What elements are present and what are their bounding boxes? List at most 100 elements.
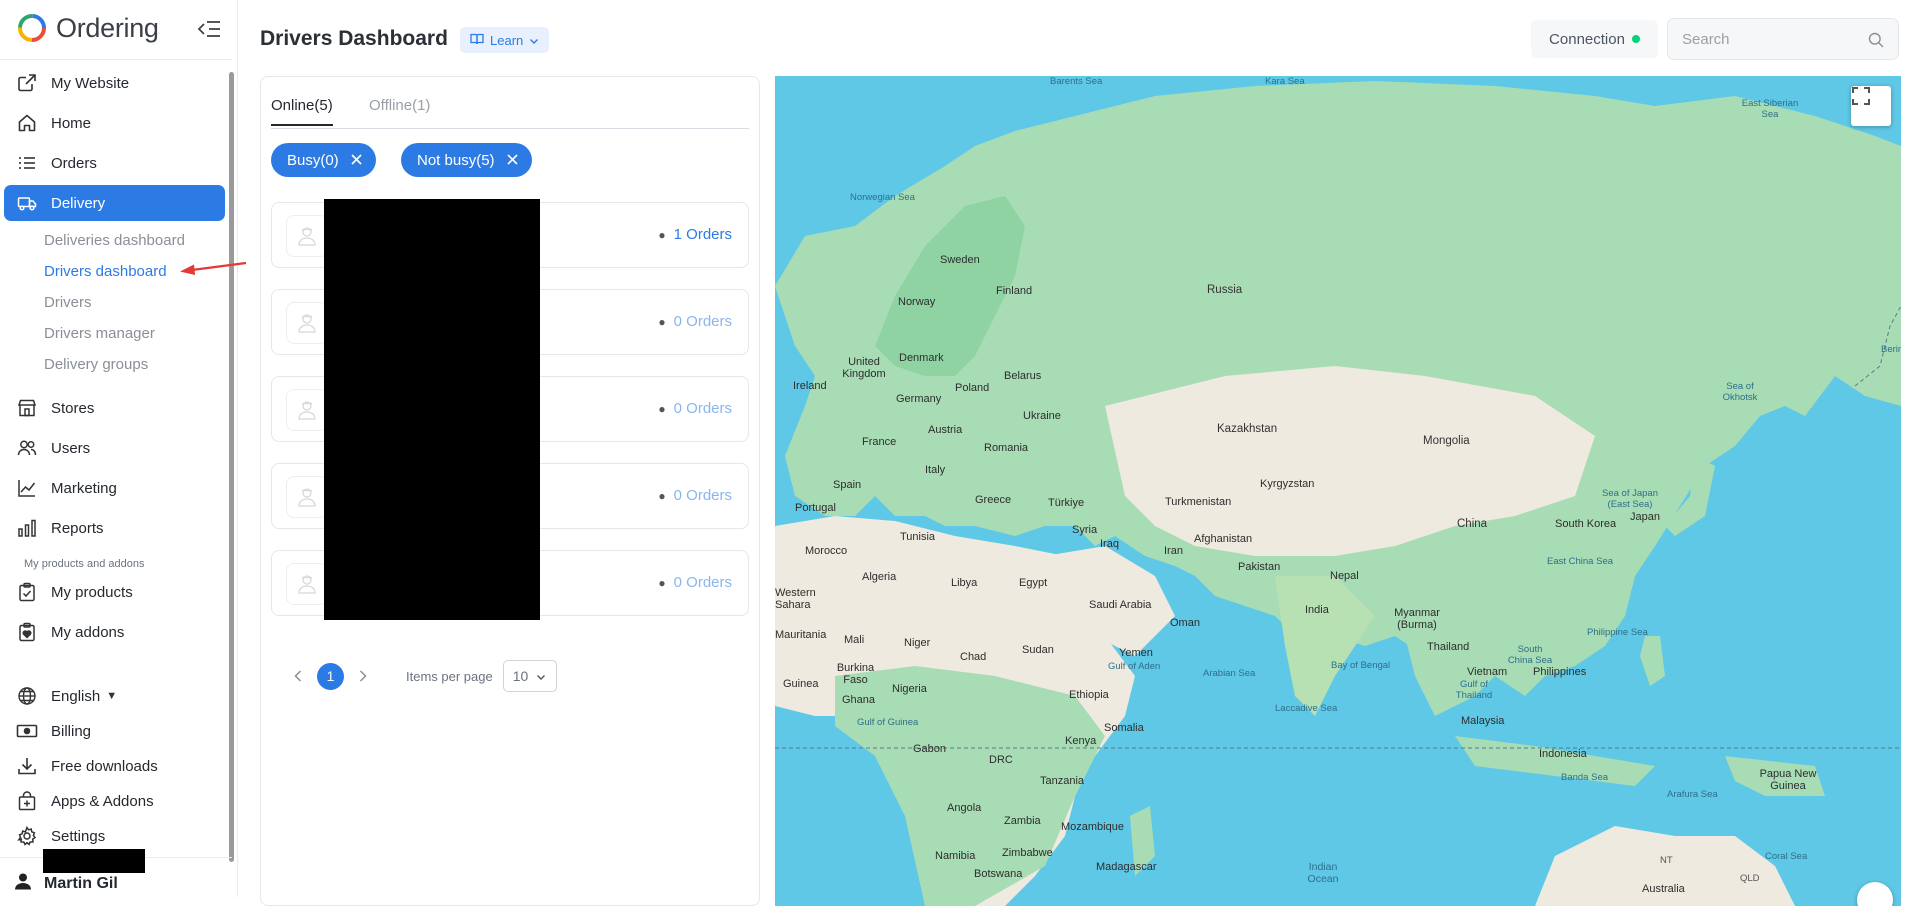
map-label: Arabian Sea bbox=[1203, 668, 1256, 679]
sidebar-section-label: My products and addons bbox=[24, 558, 145, 570]
driver-orders-count[interactable]: 1 Orders bbox=[674, 226, 732, 243]
driver-orders-count[interactable]: 0 Orders bbox=[674, 400, 732, 417]
map-label: Austria bbox=[928, 424, 963, 436]
language-selector[interactable]: English ▼ bbox=[4, 678, 225, 714]
map-label: Spain bbox=[833, 479, 862, 491]
connection-status[interactable]: Connection bbox=[1531, 20, 1658, 58]
driver-avatar-icon bbox=[286, 302, 328, 344]
map-label: Australia bbox=[1642, 883, 1685, 895]
map-label: Libya bbox=[951, 577, 978, 589]
map-label: Iraq bbox=[1100, 538, 1119, 550]
sidebar-item-label: Orders bbox=[51, 154, 97, 172]
sidebar-item-home[interactable]: Home bbox=[4, 105, 225, 141]
items-per-page-value: 10 bbox=[512, 668, 529, 684]
filter-chip-busy[interactable]: Busy(0) bbox=[271, 143, 376, 177]
truck-icon bbox=[15, 191, 39, 215]
user-profile[interactable]: Martin Gil bbox=[14, 872, 118, 895]
map-label: Zambia bbox=[1004, 815, 1041, 827]
map-label: Gulf of Aden bbox=[1108, 661, 1161, 672]
sidebar-item-marketing[interactable]: Marketing bbox=[4, 470, 225, 506]
chevron-right-icon[interactable] bbox=[350, 663, 376, 689]
map-label: Ghana bbox=[842, 694, 876, 706]
redacted-block bbox=[43, 849, 145, 873]
sidebar-item-billing[interactable]: Billing bbox=[4, 713, 225, 749]
sidebar-item-orders[interactable]: Orders bbox=[4, 145, 225, 181]
map-label: Arafura Sea bbox=[1667, 789, 1718, 800]
sidebar-subitem-drivers-dashboard[interactable]: Drivers dashboard bbox=[44, 263, 167, 280]
map-label: NT bbox=[1660, 855, 1673, 866]
map-label: Bay of Bengal bbox=[1331, 660, 1391, 671]
sidebar-item-label: Apps & Addons bbox=[51, 792, 154, 810]
map-label: Namibia bbox=[935, 850, 976, 862]
map-label: Nigeria bbox=[892, 683, 927, 695]
map-label: Myanmar (Burma) bbox=[1394, 607, 1440, 631]
tab-offline[interactable]: Offline(1) bbox=[369, 97, 430, 124]
brand-logo[interactable]: Ordering bbox=[16, 12, 159, 44]
items-per-page-select[interactable]: 10 bbox=[502, 660, 557, 692]
map-label: Chad bbox=[960, 651, 987, 663]
sidebar-item-label: Users bbox=[51, 439, 91, 457]
user-icon bbox=[14, 872, 32, 895]
map-label: East China Sea bbox=[1547, 556, 1614, 567]
annotation-arrow-icon bbox=[180, 261, 247, 275]
sidebar-scrollbar[interactable] bbox=[229, 72, 234, 862]
map-label: Philippines bbox=[1533, 666, 1587, 678]
search-box[interactable] bbox=[1667, 18, 1899, 60]
separator-dot: ● bbox=[658, 315, 666, 329]
sidebar-item-label: My addons bbox=[51, 623, 125, 641]
sidebar-item-users[interactable]: Users bbox=[4, 430, 225, 466]
map-label: China bbox=[1457, 518, 1488, 530]
map-label: Barents Sea bbox=[1050, 76, 1103, 87]
tab-online[interactable]: Online(5) bbox=[271, 97, 333, 126]
sidebar-item-label: Free downloads bbox=[51, 757, 158, 775]
search-icon[interactable] bbox=[1868, 32, 1884, 53]
driver-orders-count[interactable]: 0 Orders bbox=[674, 313, 732, 330]
sidebar-subitem-delivery-groups[interactable]: Delivery groups bbox=[44, 356, 148, 373]
drivers-map[interactable]: Barents Sea Kara Sea East Siberian Sea N… bbox=[775, 76, 1901, 906]
world-map bbox=[775, 81, 1901, 906]
sidebar-item-my-products[interactable]: My products bbox=[4, 574, 225, 610]
map-label: Italy bbox=[925, 464, 946, 476]
fullscreen-button[interactable] bbox=[1851, 86, 1891, 126]
driver-orders-count[interactable]: 0 Orders bbox=[674, 574, 732, 591]
home-icon bbox=[15, 111, 39, 135]
sidebar-item-delivery[interactable]: Delivery bbox=[4, 185, 225, 221]
map-label: Algeria bbox=[862, 571, 897, 583]
collapse-sidebar-icon[interactable] bbox=[196, 18, 222, 40]
sidebar-item-stores[interactable]: Stores bbox=[4, 390, 225, 426]
sidebar-subitem-deliveries-dashboard[interactable]: Deliveries dashboard bbox=[44, 232, 185, 249]
map-label: Mongolia bbox=[1423, 435, 1470, 447]
close-icon[interactable] bbox=[351, 152, 362, 169]
driver-orders-count[interactable]: 0 Orders bbox=[674, 487, 732, 504]
sidebar-item-my-addons[interactable]: My addons bbox=[4, 614, 225, 650]
map-label: Poland bbox=[955, 382, 990, 394]
clipboard-check-icon bbox=[15, 580, 39, 604]
map-label: Germany bbox=[896, 393, 942, 405]
filter-chip-not-busy[interactable]: Not busy(5) bbox=[401, 143, 532, 177]
map-label: Sea of Okhotsk bbox=[1722, 381, 1758, 403]
sidebar-item-free-downloads[interactable]: Free downloads bbox=[4, 748, 225, 784]
filter-chip-label: Not busy(5) bbox=[417, 151, 495, 169]
sidebar-item-label: Marketing bbox=[51, 479, 117, 497]
gear-icon bbox=[15, 824, 39, 848]
learn-button[interactable]: Learn bbox=[460, 27, 550, 53]
map-label: Angola bbox=[947, 802, 982, 814]
map-label: Vietnam bbox=[1467, 666, 1508, 678]
page-title: Drivers Dashboard bbox=[260, 27, 448, 50]
sidebar-item-apps-addons[interactable]: Apps & Addons bbox=[4, 783, 225, 819]
search-input[interactable] bbox=[1682, 29, 1862, 49]
cash-icon bbox=[15, 719, 39, 743]
sidebar-subitem-drivers-manager[interactable]: Drivers manager bbox=[44, 325, 155, 342]
items-per-page-label: Items per page bbox=[406, 668, 493, 684]
page-number[interactable]: 1 bbox=[317, 662, 344, 690]
chevron-left-icon[interactable] bbox=[285, 663, 311, 689]
sidebar-item-reports[interactable]: Reports bbox=[4, 510, 225, 546]
sidebar-item-my-website[interactable]: My Website bbox=[4, 65, 225, 101]
map-label: Iran bbox=[1164, 545, 1183, 557]
map-label: Indonesia bbox=[1539, 748, 1587, 760]
sidebar-subitem-drivers[interactable]: Drivers bbox=[44, 294, 92, 311]
map-label: Berin bbox=[1881, 344, 1901, 355]
list-icon bbox=[15, 151, 39, 175]
close-icon[interactable] bbox=[506, 152, 518, 169]
map-label: DRC bbox=[989, 754, 1013, 766]
